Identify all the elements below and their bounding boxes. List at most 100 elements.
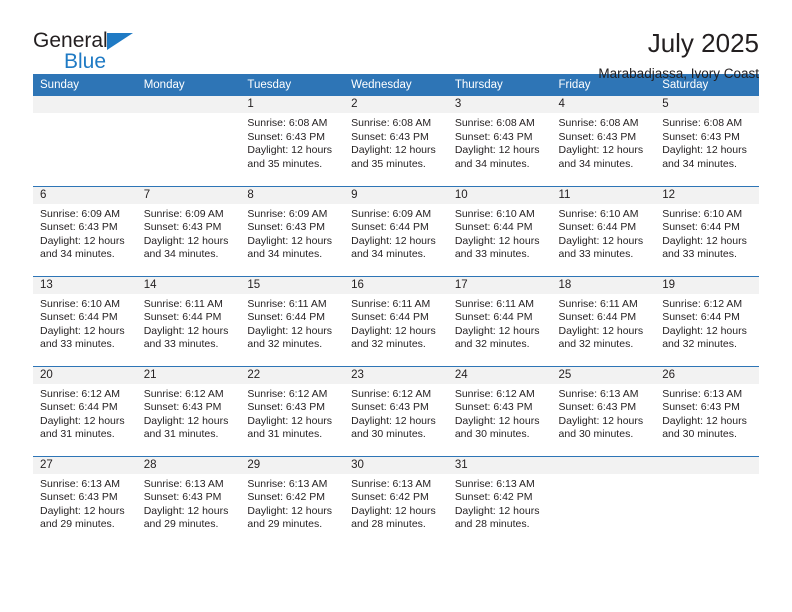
sunset-text: Sunset: 6:44 PM bbox=[40, 401, 118, 414]
day-number: 18 bbox=[551, 276, 656, 294]
day-number bbox=[655, 456, 759, 474]
day-cell[interactable]: 1 Sunrise: 6:08 AM Sunset: 6:43 PM Dayli… bbox=[240, 96, 345, 186]
sunrise-text: Sunrise: 6:13 AM bbox=[40, 477, 120, 490]
sunrise-text: Sunrise: 6:11 AM bbox=[351, 297, 431, 310]
day-cell[interactable]: 10 Sunrise: 6:10 AM Sunset: 6:44 PM Dayl… bbox=[447, 185, 552, 276]
day-cell[interactable]: 21 Sunrise: 6:12 AM Sunset: 6:43 PM Dayl… bbox=[136, 365, 241, 456]
sunrise-text: Sunrise: 6:12 AM bbox=[454, 387, 535, 400]
daylight-text: Daylight: 12 hours and 33 minutes. bbox=[143, 324, 229, 351]
day-cell[interactable]: 24 Sunrise: 6:12 AM Sunset: 6:43 PM Dayl… bbox=[447, 365, 552, 456]
daylight-text: Daylight: 12 hours and 34 minutes. bbox=[40, 234, 125, 261]
sunrise-text: Sunrise: 6:11 AM bbox=[558, 297, 638, 310]
day-cell[interactable]: 2 Sunrise: 6:08 AM Sunset: 6:43 PM Dayli… bbox=[344, 96, 448, 186]
day-cell[interactable]: 8 Sunrise: 6:09 AM Sunset: 6:43 PM Dayli… bbox=[240, 185, 345, 276]
day-cell[interactable]: 20 Sunrise: 6:12 AM Sunset: 6:44 PM Dayl… bbox=[33, 365, 137, 456]
daylight-text: Daylight: 12 hours and 32 minutes. bbox=[454, 324, 540, 351]
daylight-text: Daylight: 12 hours and 28 minutes. bbox=[454, 504, 540, 531]
day-number: 29 bbox=[240, 456, 345, 474]
sunrise-text: Sunrise: 6:13 AM bbox=[558, 387, 639, 400]
sunrise-text: Sunrise: 6:08 AM bbox=[454, 117, 535, 129]
day-number: 4 bbox=[551, 96, 656, 113]
day-cell[interactable]: 29 Sunrise: 6:13 AM Sunset: 6:42 PM Dayl… bbox=[240, 455, 345, 546]
day-details: Sunrise: 6:09 AM Sunset: 6:43 PM Dayligh… bbox=[33, 204, 137, 262]
daylight-text: Daylight: 12 hours and 34 minutes. bbox=[143, 234, 229, 261]
day-cell-empty bbox=[551, 455, 656, 546]
day-cell-empty bbox=[655, 455, 759, 546]
daylight-text: Daylight: 12 hours and 30 minutes. bbox=[662, 414, 747, 441]
week-row: 20 Sunrise: 6:12 AM Sunset: 6:44 PM Dayl… bbox=[33, 365, 759, 456]
day-details: Sunrise: 6:13 AM Sunset: 6:43 PM Dayligh… bbox=[655, 384, 759, 442]
daylight-text: Daylight: 12 hours and 32 minutes. bbox=[558, 324, 644, 351]
day-details: Sunrise: 6:13 AM Sunset: 6:43 PM Dayligh… bbox=[33, 474, 137, 532]
sunset-text: Sunset: 6:43 PM bbox=[247, 401, 326, 414]
day-cell[interactable]: 11 Sunrise: 6:10 AM Sunset: 6:44 PM Dayl… bbox=[551, 185, 656, 276]
sunrise-text: Sunrise: 6:09 AM bbox=[351, 207, 432, 220]
sunset-text: Sunset: 6:44 PM bbox=[454, 221, 533, 234]
day-number bbox=[136, 96, 241, 113]
day-cell[interactable]: 4 Sunrise: 6:08 AM Sunset: 6:43 PM Dayli… bbox=[551, 96, 656, 186]
day-details bbox=[552, 474, 656, 478]
brand-logo: General Blue bbox=[33, 28, 153, 72]
day-cell[interactable]: 27 Sunrise: 6:13 AM Sunset: 6:43 PM Dayl… bbox=[33, 455, 137, 546]
sunrise-text: Sunrise: 6:12 AM bbox=[247, 387, 328, 400]
daylight-text: Daylight: 12 hours and 34 minutes. bbox=[351, 234, 436, 261]
day-cell[interactable]: 30 Sunrise: 6:13 AM Sunset: 6:42 PM Dayl… bbox=[344, 455, 448, 546]
day-cell[interactable]: 26 Sunrise: 6:13 AM Sunset: 6:43 PM Dayl… bbox=[655, 365, 759, 456]
day-cell[interactable]: 28 Sunrise: 6:13 AM Sunset: 6:43 PM Dayl… bbox=[136, 455, 241, 546]
day-number: 28 bbox=[136, 456, 241, 474]
day-number: 20 bbox=[33, 366, 137, 384]
day-cell[interactable]: 3 Sunrise: 6:08 AM Sunset: 6:43 PM Dayli… bbox=[447, 96, 552, 186]
daylight-text: Daylight: 12 hours and 30 minutes. bbox=[351, 414, 436, 441]
daylight-text: Daylight: 12 hours and 30 minutes. bbox=[454, 414, 540, 441]
weekday-header-wednesday: Wednesday bbox=[344, 74, 448, 96]
sunset-text: Sunset: 6:44 PM bbox=[662, 221, 740, 234]
day-details: Sunrise: 6:13 AM Sunset: 6:42 PM Dayligh… bbox=[448, 474, 552, 532]
page-title: July 2025 bbox=[647, 28, 759, 58]
brand-name-blue: Blue bbox=[64, 50, 107, 73]
daylight-text: Daylight: 12 hours and 33 minutes. bbox=[40, 324, 125, 351]
day-details: Sunrise: 6:11 AM Sunset: 6:44 PM Dayligh… bbox=[344, 294, 448, 352]
day-cell[interactable]: 9 Sunrise: 6:09 AM Sunset: 6:44 PM Dayli… bbox=[344, 185, 448, 276]
day-number: 11 bbox=[551, 186, 656, 204]
day-cell[interactable]: 15 Sunrise: 6:11 AM Sunset: 6:44 PM Dayl… bbox=[240, 275, 345, 366]
sunset-text: Sunset: 6:44 PM bbox=[40, 311, 118, 324]
sunrise-text: Sunrise: 6:09 AM bbox=[40, 207, 120, 220]
day-details: Sunrise: 6:10 AM Sunset: 6:44 PM Dayligh… bbox=[33, 294, 137, 352]
daylight-text: Daylight: 12 hours and 31 minutes. bbox=[143, 414, 229, 441]
weekday-header-sunday: Sunday bbox=[33, 74, 137, 96]
day-cell[interactable]: 22 Sunrise: 6:12 AM Sunset: 6:43 PM Dayl… bbox=[240, 365, 345, 456]
day-cell[interactable]: 31 Sunrise: 6:13 AM Sunset: 6:42 PM Dayl… bbox=[447, 455, 552, 546]
daylight-text: Daylight: 12 hours and 34 minutes. bbox=[558, 144, 644, 170]
sunrise-text: Sunrise: 6:13 AM bbox=[351, 477, 432, 490]
daylight-text: Daylight: 12 hours and 33 minutes. bbox=[558, 234, 644, 261]
day-cell[interactable]: 16 Sunrise: 6:11 AM Sunset: 6:44 PM Dayl… bbox=[344, 275, 448, 366]
sunrise-text: Sunrise: 6:08 AM bbox=[247, 117, 328, 129]
day-number: 6 bbox=[33, 186, 137, 204]
day-cell[interactable]: 19 Sunrise: 6:12 AM Sunset: 6:44 PM Dayl… bbox=[655, 275, 759, 366]
day-cell[interactable]: 18 Sunrise: 6:11 AM Sunset: 6:44 PM Dayl… bbox=[551, 275, 656, 366]
day-cell[interactable]: 7 Sunrise: 6:09 AM Sunset: 6:43 PM Dayli… bbox=[136, 185, 241, 276]
day-cell[interactable]: 14 Sunrise: 6:11 AM Sunset: 6:44 PM Dayl… bbox=[136, 275, 241, 366]
day-details: Sunrise: 6:13 AM Sunset: 6:42 PM Dayligh… bbox=[240, 474, 344, 532]
day-cell[interactable]: 25 Sunrise: 6:13 AM Sunset: 6:43 PM Dayl… bbox=[551, 365, 656, 456]
day-number: 12 bbox=[655, 186, 759, 204]
day-cell[interactable]: 6 Sunrise: 6:09 AM Sunset: 6:43 PM Dayli… bbox=[33, 185, 137, 276]
day-number: 17 bbox=[447, 276, 552, 294]
sunset-text: Sunset: 6:44 PM bbox=[351, 311, 429, 324]
day-cell[interactable]: 13 Sunrise: 6:10 AM Sunset: 6:44 PM Dayl… bbox=[33, 275, 137, 366]
day-cell[interactable]: 5 Sunrise: 6:08 AM Sunset: 6:43 PM Dayli… bbox=[655, 96, 759, 186]
day-cell[interactable]: 23 Sunrise: 6:12 AM Sunset: 6:43 PM Dayl… bbox=[344, 365, 448, 456]
weekday-header-thursday: Thursday bbox=[447, 74, 552, 96]
calendar-body: 1 Sunrise: 6:08 AM Sunset: 6:43 PM Dayli… bbox=[33, 96, 759, 546]
day-details: Sunrise: 6:10 AM Sunset: 6:44 PM Dayligh… bbox=[448, 204, 552, 262]
day-cell[interactable]: 12 Sunrise: 6:10 AM Sunset: 6:44 PM Dayl… bbox=[655, 185, 759, 276]
daylight-text: Daylight: 12 hours and 30 minutes. bbox=[558, 414, 644, 441]
sunset-text: Sunset: 6:43 PM bbox=[40, 491, 118, 504]
sunrise-text: Sunrise: 6:08 AM bbox=[351, 117, 432, 129]
day-cell-empty bbox=[136, 96, 241, 186]
daylight-text: Daylight: 12 hours and 33 minutes. bbox=[454, 234, 540, 261]
day-number: 30 bbox=[344, 456, 448, 474]
sunset-text: Sunset: 6:43 PM bbox=[351, 130, 429, 143]
day-details: Sunrise: 6:08 AM Sunset: 6:43 PM Dayligh… bbox=[344, 113, 448, 171]
day-cell[interactable]: 17 Sunrise: 6:11 AM Sunset: 6:44 PM Dayl… bbox=[447, 275, 552, 366]
